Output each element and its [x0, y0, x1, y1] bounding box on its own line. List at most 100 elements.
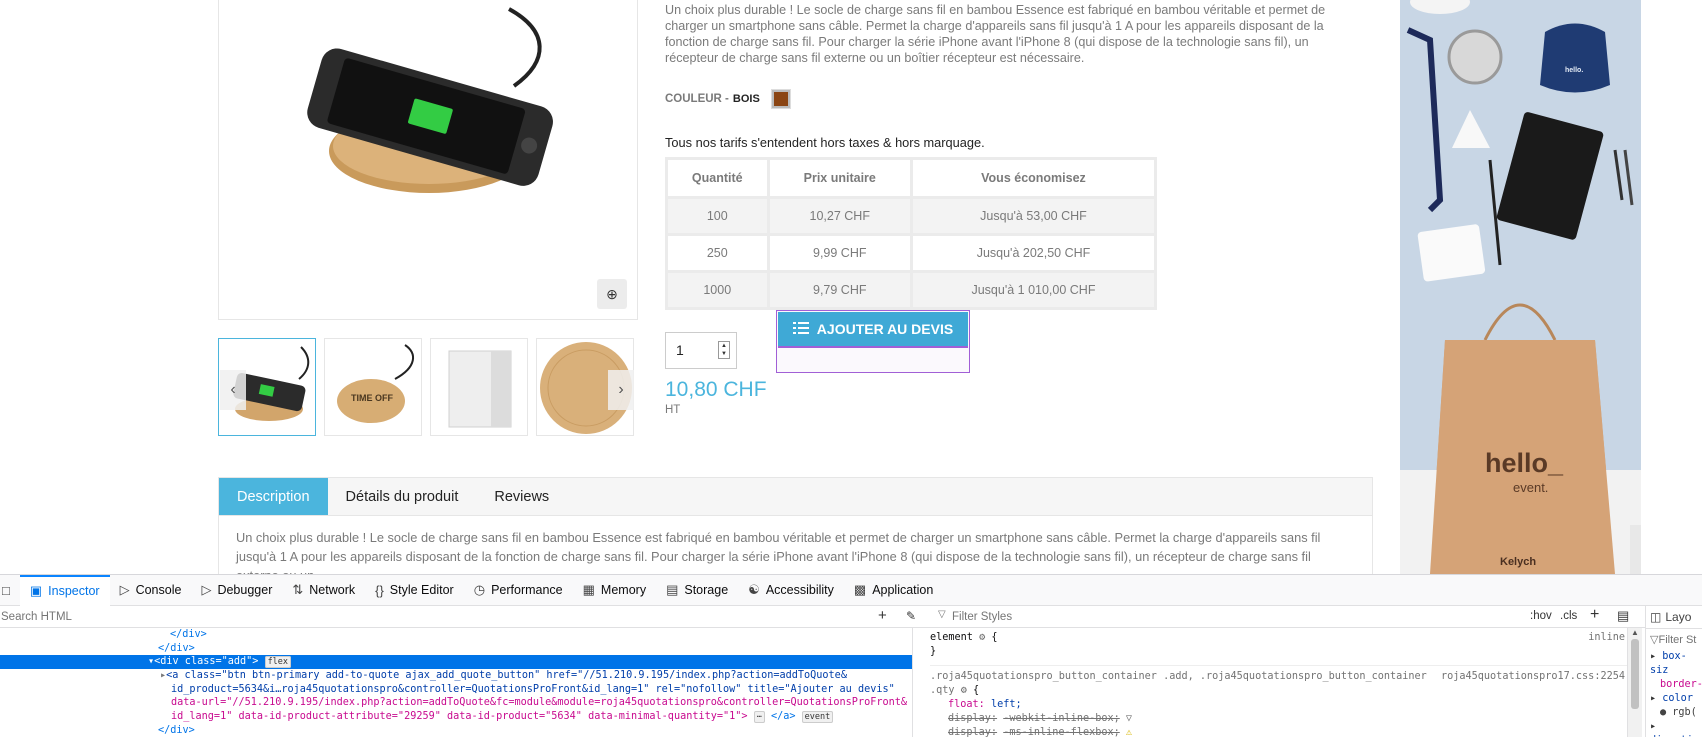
thumbnail-carousel: TIME OFF ‹ › [218, 338, 638, 438]
ellipsis-badge[interactable]: ⋯ [753, 711, 765, 724]
css-property: float: [948, 699, 985, 710]
network-icon: ⇅ [292, 582, 304, 597]
color-swatch-bois[interactable] [770, 89, 791, 109]
tab-style-editor[interactable]: {} Style Editor [365, 575, 464, 606]
tab-label: Style Editor [389, 583, 454, 597]
devtools-panel: □ ▣ Inspector ▷ Console ▷ Debugger ⇅ Net… [0, 574, 1702, 737]
html-node[interactable]: </div> [0, 642, 912, 656]
computed-prop[interactable]: ▸ color [1646, 692, 1702, 706]
table-header-row: Quantité Prix unitaire Vous économisez [668, 160, 1154, 196]
column-header: Vous économisez [912, 160, 1154, 196]
product-main-image[interactable]: ⊕ [218, 0, 638, 320]
console-icon: ▷ [119, 582, 130, 597]
table-row: 100 10,27 CHF Jusqu'à 53,00 CHF [668, 199, 1154, 233]
computed-filter[interactable]: ▽ Filter St [1646, 628, 1702, 650]
filter-icon: ▽ [938, 609, 946, 620]
html-node[interactable]: </div> [0, 724, 912, 737]
css-property: display: [948, 713, 998, 724]
tab-label: Inspector [48, 584, 100, 598]
hov-toggle[interactable]: :hov [1530, 610, 1552, 622]
tab-reviews[interactable]: Reviews [476, 478, 567, 515]
thumbnail-next-arrow[interactable]: › [608, 370, 634, 410]
scroll-up-icon[interactable]: ▲ [1628, 628, 1642, 637]
html-tag: <div class="add"> [154, 656, 259, 668]
spin-down-icon[interactable]: ▼ [721, 350, 727, 358]
flex-badge[interactable]: flex [264, 656, 292, 669]
product-tabs: Description Détails du produit Reviews U… [218, 477, 1373, 574]
filter-styles-input[interactable] [952, 608, 1202, 625]
tab-console[interactable]: ▷ Console [110, 575, 192, 606]
css-declaration-overridden[interactable]: display: -ms-inline-flexbox; ⚠ [930, 726, 1627, 737]
add-to-quote-button[interactable]: AJOUTER AU DEVIS [778, 312, 968, 348]
table-cell: 250 [668, 236, 767, 270]
tab-label: Debugger [217, 583, 273, 597]
pick-element-button[interactable]: □ [0, 575, 20, 606]
rule-selector: .roja45quotationspro_button_container .a… [930, 671, 1427, 682]
color-selector: COULEUR - BOIS [665, 89, 791, 109]
computed-prop: border- [1646, 678, 1702, 692]
promo-banner[interactable]: hello_ event. Kelych hello. [1400, 0, 1641, 574]
print-simulation-icon[interactable]: ▤ [1617, 608, 1629, 624]
zoom-button[interactable]: ⊕ [597, 279, 627, 309]
element-rule[interactable]: element ⚙ { inline [930, 628, 1627, 645]
tab-bar: Description Détails du produit Reviews [219, 478, 1372, 516]
event-badge[interactable]: event [801, 711, 834, 724]
panel-toggle-icon[interactable]: ◫ [1650, 610, 1661, 624]
quantity-stepper[interactable]: ▲ ▼ [718, 341, 730, 359]
html-node-cont: data-url="//51.210.9.195/index.php?actio… [0, 696, 912, 710]
devtools-toolbar: □ ▣ Inspector ▷ Console ▷ Debugger ⇅ Net… [0, 574, 1702, 606]
tab-description[interactable]: Description [219, 478, 328, 515]
devtools-scrollbar[interactable]: ▲ [1627, 628, 1642, 737]
tab-network[interactable]: ⇅ Network [282, 575, 365, 606]
color-value: BOIS [732, 93, 760, 105]
thumbnail-3[interactable] [430, 338, 528, 436]
tab-performance[interactable]: ◷ Performance [464, 575, 573, 606]
html-node[interactable]: </div> [0, 628, 912, 642]
html-node-cont: id_lang=1" data-id-product-attribute="29… [0, 710, 912, 724]
computed-prop[interactable]: ▸ box-siz [1646, 650, 1702, 678]
tab-debugger[interactable]: ▷ Debugger [191, 575, 282, 606]
application-icon: ▩ [853, 582, 867, 597]
search-html-input[interactable] [0, 608, 860, 625]
layout-tab[interactable]: ◫ Layo [1646, 606, 1702, 628]
layout-tab-label: Layo [1665, 610, 1692, 624]
html-node[interactable]: ▸<a class="btn btn-primary add-to-quote … [0, 669, 912, 683]
add-rule-icon[interactable]: + [1590, 606, 1599, 624]
beanie-text: hello. [1565, 67, 1584, 74]
thumbnail-2[interactable]: TIME OFF [324, 338, 422, 436]
table-cell: 10,27 CHF [769, 199, 910, 233]
computed-prop[interactable]: ▸ directi [1646, 720, 1702, 737]
css-declaration[interactable]: float: left; [930, 698, 1627, 712]
scroll-thumb[interactable] [1631, 639, 1639, 709]
eyedropper-icon[interactable]: ✎ [906, 609, 916, 623]
tab-application[interactable]: ▩ Application [844, 575, 943, 606]
page-content: ⊕ TIME OFF ‹ › Un choix plus durable ! L… [0, 0, 1702, 574]
css-rule-header[interactable]: .roja45quotationspro_button_container .a… [930, 665, 1627, 684]
column-header: Quantité [668, 160, 767, 196]
inspector-icon: ▣ [29, 583, 43, 598]
css-declaration-overridden[interactable]: display: -webkit-inline-box; ▽ [930, 712, 1627, 726]
thumbnail-prev-arrow[interactable]: ‹ [220, 370, 246, 410]
gear-icon[interactable]: ⚙ [979, 632, 985, 643]
tab-memory[interactable]: ▦ Memory [573, 575, 656, 606]
quantity-input[interactable]: 1 ▲ ▼ [665, 332, 737, 369]
gear-icon[interactable]: ⚙ [961, 685, 967, 696]
tab-description-content: Un choix plus durable ! Le socle de char… [236, 530, 1321, 574]
tab-accessibility[interactable]: ☯ Accessibility [738, 575, 844, 606]
tab-storage[interactable]: ▤ Storage [656, 575, 738, 606]
rule-source-link[interactable]: roja45quotationspro17.css:2254 [1441, 670, 1627, 684]
rule-selector-part: .qty [930, 685, 955, 696]
filter-icon[interactable]: ▽ [1126, 713, 1132, 724]
pick-element-icon: □ [2, 582, 10, 598]
page-scroll-edge [1630, 525, 1641, 574]
cls-toggle[interactable]: .cls [1560, 610, 1577, 622]
html-tag: </div> [158, 642, 195, 654]
table-row: 250 9,99 CHF Jusqu'à 202,50 CHF [668, 236, 1154, 270]
tab-inspector[interactable]: ▣ Inspector [19, 574, 110, 606]
spin-up-icon[interactable]: ▲ [721, 342, 727, 350]
price-tax-label: HT [665, 404, 681, 416]
add-node-icon[interactable]: + [878, 607, 887, 624]
html-node-selected[interactable]: ▾<div class="add"> flex [0, 655, 912, 670]
tab-product-details[interactable]: Détails du produit [328, 478, 477, 515]
css-value: left; [990, 699, 1022, 710]
